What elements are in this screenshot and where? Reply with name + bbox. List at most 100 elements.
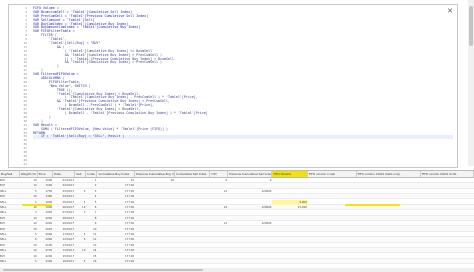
code-line[interactable] bbox=[33, 163, 453, 167]
table-cell: 10 bbox=[33, 254, 37, 258]
table-cell bbox=[175, 259, 210, 264]
table-row[interactable]: SELL 3 1950 07/01/17 3 7 177.00 bbox=[0, 210, 474, 216]
column-header[interactable]: CST bbox=[210, 171, 229, 177]
table-cell: BUY bbox=[0, 179, 6, 182]
column-header[interactable]: FIFO column COGS Units bbox=[421, 171, 474, 177]
column-header[interactable]: FIFO column COGS (Sells only) bbox=[357, 171, 421, 177]
table-cell bbox=[421, 237, 474, 242]
column-header[interactable]: Date bbox=[53, 171, 76, 177]
table-cell: 16 bbox=[93, 260, 97, 263]
table-cell bbox=[135, 248, 175, 253]
table-cell: SELL bbox=[0, 238, 7, 242]
table-cell bbox=[272, 210, 307, 215]
table-row[interactable]: SELL 5 1800 05/01/17 5 5 177.00 5,000 bbox=[0, 199, 474, 205]
table-row[interactable]: SELL 5 2300 16/01/17 5 16 177.00 bbox=[0, 259, 474, 265]
table-cell bbox=[357, 221, 421, 226]
table-cell bbox=[210, 243, 228, 248]
table-cell bbox=[272, 194, 307, 199]
table-cell bbox=[75, 227, 86, 232]
table-cell: 14 bbox=[93, 249, 97, 253]
table-cell: 177.00 bbox=[125, 238, 135, 242]
code-area[interactable]: 1 2 3 4 5 6 7 8 9 10 11 12 13 14 15 16 17 18 19 20 21 22 23 24 2… bbox=[8, 4, 458, 168]
table-cell bbox=[210, 216, 228, 221]
table-cell: SELL bbox=[0, 233, 7, 236]
table-cell bbox=[308, 194, 357, 199]
column-header[interactable]: Sell bbox=[75, 171, 87, 177]
editor-vertical-scrollbar[interactable] bbox=[468, 0, 474, 166]
table-row[interactable]: SELL 10 2150 14/01/17 10 14 177.00 bbox=[0, 248, 474, 254]
table-cell: 177.00 bbox=[125, 222, 135, 226]
table-cell bbox=[135, 210, 175, 215]
table-cell bbox=[135, 200, 175, 205]
scrollbar-thumb[interactable] bbox=[469, 6, 473, 46]
table-cell bbox=[421, 205, 474, 210]
table-cell bbox=[135, 194, 175, 199]
table-cell bbox=[175, 189, 210, 194]
column-header[interactable]: Previous Cumulative Sell Index bbox=[228, 171, 273, 177]
column-header[interactable]: Buy/Sell bbox=[0, 171, 20, 177]
table-cell bbox=[75, 221, 86, 226]
table-cell: 15 bbox=[93, 254, 97, 258]
table-cell: 12/01/17 bbox=[62, 238, 75, 242]
table-row[interactable]: BUY 10 2020 09/01/17 9 177.00 21 120000 bbox=[0, 221, 474, 227]
table-cell: SELL bbox=[0, 189, 7, 193]
table-row[interactable]: BUY 10 2200 15/01/17 15 177.00 bbox=[0, 254, 474, 259]
line-number-gutter: 1 2 3 4 5 6 7 8 9 10 11 12 13 14 15 16 17 18 19 20 21 22 23 24 2… bbox=[9, 6, 29, 167]
table-row[interactable]: BUY 10 2025 10/01/17 10 177.00 bbox=[0, 226, 474, 232]
dax-formula-editor[interactable]: 1 2 3 4 5 6 7 8 9 10 11 12 13 14 15 16 17 18 19 20 21 22 23 24 2… bbox=[0, 0, 474, 168]
table-horizontal-scrollbar[interactable] bbox=[0, 268, 474, 272]
table-cell: 2060 bbox=[45, 233, 53, 236]
table-cell: 15 bbox=[130, 179, 135, 182]
table-cell bbox=[272, 237, 307, 242]
table-cell: 09/01/17 bbox=[62, 222, 75, 226]
table-cell bbox=[421, 189, 474, 194]
table-cell: 06/01/17 bbox=[62, 206, 75, 209]
table-cell bbox=[175, 178, 210, 183]
table-cell: 177.00 bbox=[125, 211, 135, 215]
column-header[interactable]: Weight (%) bbox=[20, 171, 38, 177]
table-cell bbox=[357, 232, 421, 237]
column-header[interactable]: Index bbox=[86, 171, 98, 177]
table-cell bbox=[357, 254, 421, 259]
table-row[interactable]: SELL 6 2080 12/01/17 6 12 177.00 bbox=[0, 237, 474, 243]
table-cell: 12 bbox=[93, 238, 97, 242]
table-cell bbox=[175, 237, 210, 242]
table-cell bbox=[272, 227, 307, 232]
table-cell: 120000 bbox=[261, 222, 272, 226]
table-cell: 16 bbox=[170, 179, 174, 182]
table-cell bbox=[228, 254, 272, 259]
table-cell bbox=[175, 254, 210, 259]
table-cell: BUY bbox=[0, 243, 6, 247]
table-cell bbox=[421, 248, 474, 253]
table-cell bbox=[308, 248, 357, 253]
table-cell: BUY bbox=[0, 216, 6, 220]
table-cell bbox=[135, 183, 175, 188]
table-cell bbox=[357, 178, 421, 183]
table-cell: 7 bbox=[94, 211, 97, 215]
table-cell: 5 bbox=[94, 200, 97, 204]
column-header[interactable]: FIFO Volume bbox=[272, 171, 308, 177]
table-cell bbox=[357, 210, 421, 215]
table-cell: 177.00 bbox=[125, 216, 135, 220]
table-row[interactable]: BUY 10 1480 04/01/17 4 177.00 bbox=[0, 194, 474, 200]
table-cell bbox=[421, 178, 474, 183]
table-cell: 177.00 bbox=[125, 200, 135, 204]
close-icon[interactable]: ✕ bbox=[447, 7, 453, 15]
table-row[interactable]: BUY 10 1560 02/01/17 2 177.00 bbox=[0, 183, 474, 189]
table-cell bbox=[228, 183, 272, 188]
table-cell bbox=[272, 254, 307, 259]
table-cell: 3 bbox=[34, 211, 37, 215]
column-header[interactable]: Cumulative Buy Index bbox=[97, 171, 136, 177]
code-lines[interactable]: FIFO Volume = VAR Bcum=cumSell = 'Table1'… bbox=[33, 6, 453, 167]
table-cell bbox=[357, 216, 421, 221]
table-cell: 3 bbox=[83, 211, 86, 215]
column-header[interactable]: Price bbox=[38, 171, 54, 177]
table-cell: SELL bbox=[0, 260, 7, 263]
column-header[interactable]: Previous Cumulative Buy Index bbox=[135, 171, 175, 177]
column-header[interactable]: FIFO column (cost) bbox=[308, 171, 357, 177]
table-cell: 1 bbox=[94, 179, 97, 182]
table-cell bbox=[135, 232, 175, 237]
column-header[interactable]: Cumulative Sell Index bbox=[175, 171, 211, 177]
table-cell bbox=[210, 194, 228, 199]
table-cell bbox=[272, 243, 307, 248]
